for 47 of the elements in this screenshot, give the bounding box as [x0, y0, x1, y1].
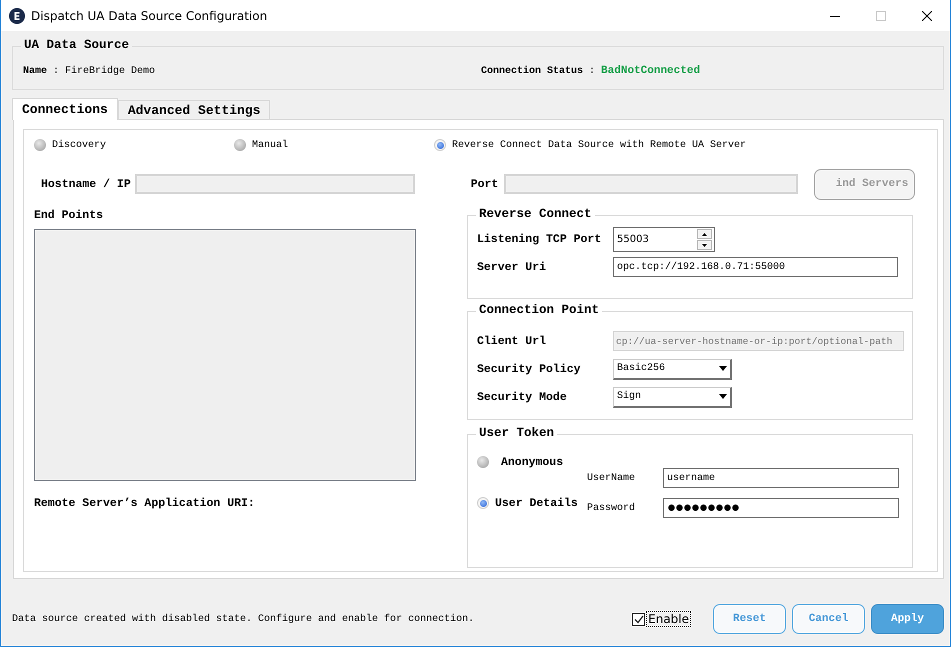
- radio-button[interactable]: [477, 497, 489, 509]
- security-policy-label: Security Policy: [477, 362, 582, 376]
- radio-button[interactable]: [477, 456, 489, 468]
- radio-option[interactable]: User Details: [477, 494, 577, 512]
- app-logo-icon: [9, 8, 25, 24]
- status-message: Data source created with disabled state. Configure and enable for connection.: [12, 614, 476, 624]
- radio-button[interactable]: [434, 139, 446, 151]
- status-label: Connection Status :: [481, 66, 596, 76]
- password-label: Password: [587, 502, 636, 514]
- spin-down-icon[interactable]: [697, 240, 712, 250]
- group-title: User Token: [479, 426, 554, 440]
- server-uri-label: Server Uri: [477, 260, 548, 274]
- radio-option[interactable]: Discovery: [34, 139, 234, 151]
- dropdown-arrow-icon: [719, 366, 727, 371]
- checkbox[interactable]: [632, 612, 646, 626]
- group-title: Reverse Connect: [479, 207, 592, 221]
- tab[interactable]: Connections: [12, 98, 118, 120]
- status-value: BadNotConnected: [601, 65, 700, 77]
- dropdown-arrow-icon: [719, 394, 727, 399]
- dropdown-value: Basic256: [617, 363, 666, 374]
- data-source-name: Name : FireBridge Demo: [23, 66, 156, 76]
- security-policy-dropdown[interactable]: Basic256: [613, 358, 732, 380]
- radio-button[interactable]: [234, 139, 246, 151]
- group-title: UA Data Source: [24, 38, 130, 52]
- security-mode-dropdown[interactable]: Sign: [613, 386, 732, 408]
- window-title: Dispatch UA Data Source Configuration: [31, 8, 268, 22]
- spinner-value: 55003: [616, 234, 650, 244]
- radio-option[interactable]: Anonymous: [477, 453, 587, 471]
- end-points-label: End Points: [34, 209, 104, 222]
- remote-uri-label: Remote Server’s Application URI:: [34, 497, 256, 510]
- username-label: UserName: [587, 472, 636, 484]
- radio-option[interactable]: Reverse Connect Data Source with Remote UA Server: [434, 139, 746, 151]
- hostname-label: Hostname / IP: [41, 178, 131, 190]
- password-field[interactable]: ●●●●●●●●●: [663, 498, 899, 518]
- server-uri-field[interactable]: opc.tcp://192.168.0.71:55000: [613, 257, 898, 277]
- username-field[interactable]: username: [663, 468, 899, 488]
- security-mode-label: Security Mode: [477, 390, 568, 404]
- radio-option[interactable]: Manual: [234, 139, 434, 151]
- radio-button[interactable]: [34, 139, 46, 151]
- dropdown-value: Sign: [617, 391, 642, 402]
- port-spinner[interactable]: 55003: [613, 226, 715, 252]
- client-url-label: Client Url: [477, 334, 548, 348]
- port-label: Port: [470, 178, 498, 190]
- spin-up-icon[interactable]: [697, 228, 712, 238]
- tab[interactable]: Advanced Settings: [118, 100, 270, 119]
- group-title: Connection Point: [479, 303, 600, 317]
- listening-port-label: Listening TCP Port: [477, 232, 602, 246]
